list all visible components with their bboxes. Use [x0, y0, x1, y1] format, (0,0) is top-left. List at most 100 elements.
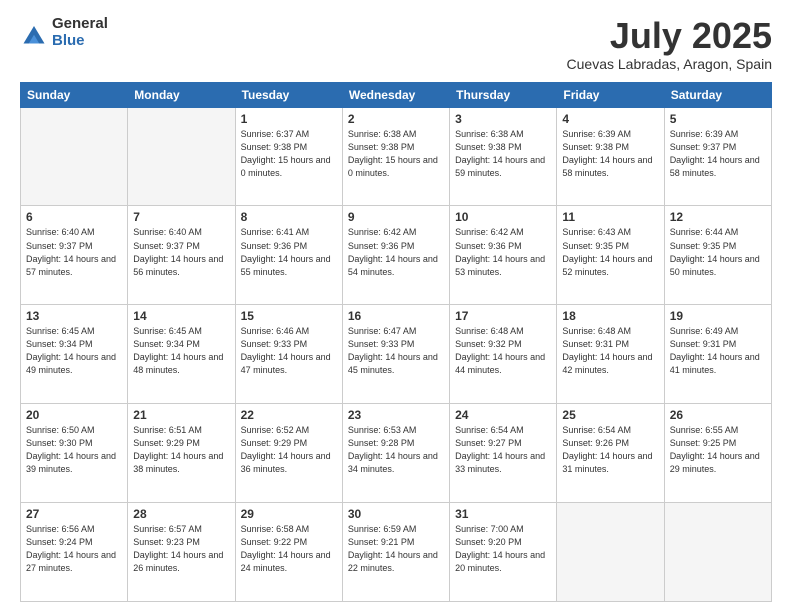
header-day: Sunday: [21, 82, 128, 107]
calendar-cell: 17 Sunrise: 6:48 AMSunset: 9:32 PMDayligh…: [450, 305, 557, 404]
day-number: 9: [348, 210, 444, 224]
day-number: 4: [562, 112, 658, 126]
calendar-cell: 18Sunrise: 6:48 AMSunset: 9:31 PMDayligh…: [557, 305, 664, 404]
calendar-cell: 11Sunrise: 6:43 AMSunset: 9:35 PMDayligh…: [557, 206, 664, 305]
month-title: July 2025: [567, 16, 772, 56]
calendar-cell: 30Sunrise: 6:59 AMSunset: 9:21 PMDayligh…: [342, 503, 449, 602]
logo-text: General Blue: [52, 16, 108, 49]
logo-blue: Blue: [52, 33, 108, 50]
calendar-cell: 28Sunrise: 6:57 AMSunset: 9:23 PMDayligh…: [128, 503, 235, 602]
day-info: Sunrise: 6:45 AMSunset: 9:34 PMDaylight:…: [26, 325, 122, 377]
day-number: 10: [455, 210, 551, 224]
day-number: 27: [26, 507, 122, 521]
day-info: Sunrise: 6:52 AMSunset: 9:29 PMDaylight:…: [241, 424, 337, 476]
day-info: Sunrise: 6:59 AMSunset: 9:21 PMDaylight:…: [348, 523, 444, 575]
header: General Blue July 2025 Cuevas Labradas, …: [20, 16, 772, 72]
calendar-cell: 27 Sunrise: 6:56 AMSunset: 9:24 PMDayligh…: [21, 503, 128, 602]
calendar-cell: 24Sunrise: 6:54 AMSunset: 9:27 PMDayligh…: [450, 404, 557, 503]
day-number: 5: [670, 112, 766, 126]
day-number: 22: [241, 408, 337, 422]
day-info: Sunrise: 6:44 AMSunset: 9:35 PMDaylight:…: [670, 226, 766, 278]
day-info: Sunrise: 6:50 AMSunset: 9:30 PMDaylight:…: [26, 424, 122, 476]
day-info: Sunrise: 6:53 AMSunset: 9:28 PMDaylight:…: [348, 424, 444, 476]
header-day: Wednesday: [342, 82, 449, 107]
day-info: Sunrise: 6:48 AMSunset: 9:32 PMDaylight:…: [455, 325, 551, 377]
day-info: Sunrise: 6:57 AMSunset: 9:23 PMDaylight:…: [133, 523, 229, 575]
calendar-cell: 26 Sunrise: 6:55 AMSunset: 9:25 PMDayligh…: [664, 404, 771, 503]
calendar-cell: 10 Sunrise: 6:42 AMSunset: 9:36 PMDayligh…: [450, 206, 557, 305]
calendar-cell: [128, 107, 235, 206]
day-info: Sunrise: 6:49 AMSunset: 9:31 PMDaylight:…: [670, 325, 766, 377]
day-number: 29: [241, 507, 337, 521]
calendar-cell: 3 Sunrise: 6:38 AMSunset: 9:38 PMDaylight…: [450, 107, 557, 206]
day-info: Sunrise: 6:42 AMSunset: 9:36 PMDaylight:…: [455, 226, 551, 278]
day-info: Sunrise: 6:38 AMSunset: 9:38 PMDaylight:…: [455, 128, 551, 180]
week-row: 1 Sunrise: 6:37 AMSunset: 9:38 PMDaylight…: [21, 107, 772, 206]
day-number: 12: [670, 210, 766, 224]
day-number: 14: [133, 309, 229, 323]
week-row: 20 Sunrise: 6:50 AMSunset: 9:30 PMDayligh…: [21, 404, 772, 503]
calendar-cell: [21, 107, 128, 206]
calendar-cell: 16Sunrise: 6:47 AMSunset: 9:33 PMDayligh…: [342, 305, 449, 404]
day-info: Sunrise: 6:40 AMSunset: 9:37 PMDaylight:…: [26, 226, 122, 278]
calendar-cell: 31Sunrise: 7:00 AMSunset: 9:20 PMDayligh…: [450, 503, 557, 602]
day-number: 25: [562, 408, 658, 422]
calendar-cell: 20 Sunrise: 6:50 AMSunset: 9:30 PMDayligh…: [21, 404, 128, 503]
calendar-cell: 12 Sunrise: 6:44 AMSunset: 9:35 PMDayligh…: [664, 206, 771, 305]
day-number: 19: [670, 309, 766, 323]
header-day: Monday: [128, 82, 235, 107]
header-day: Friday: [557, 82, 664, 107]
calendar-cell: 7Sunrise: 6:40 AMSunset: 9:37 PMDaylight…: [128, 206, 235, 305]
calendar-cell: 25 Sunrise: 6:54 AMSunset: 9:26 PMDayligh…: [557, 404, 664, 503]
calendar-cell: 6 Sunrise: 6:40 AMSunset: 9:37 PMDaylight…: [21, 206, 128, 305]
day-info: Sunrise: 6:54 AMSunset: 9:26 PMDaylight:…: [562, 424, 658, 476]
calendar-cell: 15Sunrise: 6:46 AMSunset: 9:33 PMDayligh…: [235, 305, 342, 404]
day-number: 23: [348, 408, 444, 422]
day-number: 20: [26, 408, 122, 422]
day-number: 6: [26, 210, 122, 224]
day-info: Sunrise: 6:41 AMSunset: 9:36 PMDaylight:…: [241, 226, 337, 278]
logo: General Blue: [20, 16, 108, 49]
day-info: Sunrise: 6:56 AMSunset: 9:24 PMDaylight:…: [26, 523, 122, 575]
calendar-cell: 9 Sunrise: 6:42 AMSunset: 9:36 PMDaylight…: [342, 206, 449, 305]
day-info: Sunrise: 6:37 AMSunset: 9:38 PMDaylight:…: [241, 128, 337, 180]
day-info: Sunrise: 6:39 AMSunset: 9:37 PMDaylight:…: [670, 128, 766, 180]
title-block: July 2025 Cuevas Labradas, Aragon, Spain: [567, 16, 772, 72]
day-info: Sunrise: 6:45 AMSunset: 9:34 PMDaylight:…: [133, 325, 229, 377]
day-info: Sunrise: 6:42 AMSunset: 9:36 PMDaylight:…: [348, 226, 444, 278]
calendar-cell: [557, 503, 664, 602]
calendar-cell: 1 Sunrise: 6:37 AMSunset: 9:38 PMDaylight…: [235, 107, 342, 206]
page: General Blue July 2025 Cuevas Labradas, …: [0, 0, 792, 612]
calendar-cell: 13 Sunrise: 6:45 AMSunset: 9:34 PMDayligh…: [21, 305, 128, 404]
day-number: 1: [241, 112, 337, 126]
header-day: Tuesday: [235, 82, 342, 107]
day-number: 11: [562, 210, 658, 224]
day-number: 8: [241, 210, 337, 224]
day-number: 18: [562, 309, 658, 323]
location: Cuevas Labradas, Aragon, Spain: [567, 56, 772, 72]
calendar-cell: 5 Sunrise: 6:39 AMSunset: 9:37 PMDaylight…: [664, 107, 771, 206]
calendar-cell: 8 Sunrise: 6:41 AMSunset: 9:36 PMDaylight…: [235, 206, 342, 305]
calendar-cell: 21Sunrise: 6:51 AMSunset: 9:29 PMDayligh…: [128, 404, 235, 503]
logo-icon: [20, 19, 48, 47]
day-info: Sunrise: 6:55 AMSunset: 9:25 PMDaylight:…: [670, 424, 766, 476]
header-row: SundayMondayTuesdayWednesdayThursdayFrid…: [21, 82, 772, 107]
day-info: Sunrise: 6:54 AMSunset: 9:27 PMDaylight:…: [455, 424, 551, 476]
header-day: Saturday: [664, 82, 771, 107]
day-info: Sunrise: 6:51 AMSunset: 9:29 PMDaylight:…: [133, 424, 229, 476]
day-info: Sunrise: 6:47 AMSunset: 9:33 PMDaylight:…: [348, 325, 444, 377]
day-number: 3: [455, 112, 551, 126]
logo-general: General: [52, 16, 108, 33]
day-number: 17: [455, 309, 551, 323]
week-row: 13 Sunrise: 6:45 AMSunset: 9:34 PMDayligh…: [21, 305, 772, 404]
calendar-cell: 2Sunrise: 6:38 AMSunset: 9:38 PMDaylight…: [342, 107, 449, 206]
header-day: Thursday: [450, 82, 557, 107]
day-number: 26: [670, 408, 766, 422]
week-row: 6 Sunrise: 6:40 AMSunset: 9:37 PMDaylight…: [21, 206, 772, 305]
calendar-cell: 19 Sunrise: 6:49 AMSunset: 9:31 PMDayligh…: [664, 305, 771, 404]
day-number: 31: [455, 507, 551, 521]
calendar: SundayMondayTuesdayWednesdayThursdayFrid…: [20, 82, 772, 602]
week-row: 27 Sunrise: 6:56 AMSunset: 9:24 PMDayligh…: [21, 503, 772, 602]
day-info: Sunrise: 6:40 AMSunset: 9:37 PMDaylight:…: [133, 226, 229, 278]
day-number: 13: [26, 309, 122, 323]
